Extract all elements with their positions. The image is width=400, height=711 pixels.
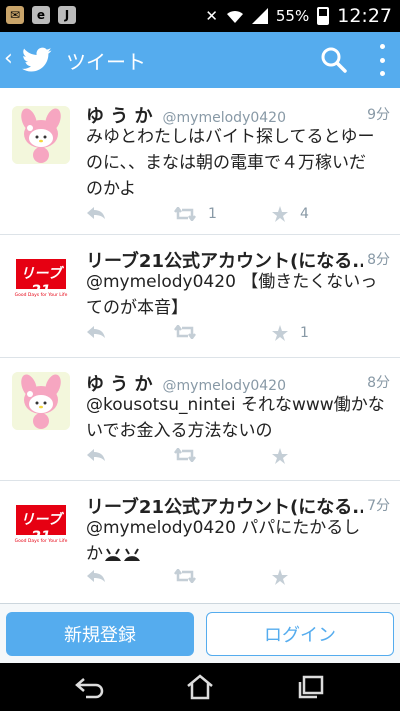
battery-percent: 55% <box>275 7 310 25</box>
retweet-button[interactable]: 1 <box>174 206 217 222</box>
star-icon <box>272 448 288 464</box>
favorite-count: 1 <box>300 325 309 341</box>
tweet-row[interactable]: ゆ う か @mymelody0420 9分 みゆとわたしはバイト探してるとゆー … <box>0 88 400 235</box>
favorite-button[interactable] <box>272 448 288 464</box>
android-nav-bar <box>0 663 400 711</box>
tweet-actions: 1 4 <box>86 206 390 228</box>
reply-icon <box>87 570 105 582</box>
reply-icon <box>87 326 105 338</box>
reply-button[interactable] <box>86 325 106 339</box>
tweet-actions <box>86 448 390 470</box>
retweet-button[interactable] <box>174 325 208 339</box>
reply-icon <box>87 207 105 219</box>
recent-apps-icon[interactable] <box>296 673 326 701</box>
login-button[interactable]: ログイン <box>206 612 394 656</box>
favorite-button[interactable]: 1 <box>272 325 309 341</box>
star-icon <box>272 325 288 341</box>
wifi-icon <box>226 10 243 23</box>
logo-tagline: Good Days for Your Life <box>14 539 68 544</box>
back-chevron-icon[interactable]: ‹ <box>4 46 13 71</box>
status-left-icons: ✉ e J <box>6 6 76 24</box>
reply-button[interactable] <box>86 569 106 583</box>
page-title: ツイート <box>66 50 146 74</box>
overflow-menu-icon[interactable] <box>378 44 386 76</box>
star-icon <box>272 569 288 585</box>
tweet-row[interactable]: リーブ21 Good Days for Your Life リーブ21公式アカウ… <box>0 235 400 358</box>
home-icon[interactable] <box>185 673 215 701</box>
notification-icon: ✉ <box>6 6 24 24</box>
app-bar: ‹ ツイート <box>0 32 400 88</box>
retweet-icon <box>174 325 196 339</box>
tweet-row[interactable]: リーブ21 Good Days for Your Life リーブ21公式アカウ… <box>0 481 400 603</box>
reply-button[interactable] <box>86 448 106 462</box>
tweet-time: 8分 <box>363 249 390 269</box>
signal-icon <box>251 8 268 24</box>
tweet-time: 8分 <box>363 372 390 392</box>
tweet-text: みゆとわたしはバイト探してるとゆー のに、、まなは朝の電車で４万稼いだ のかよ <box>86 127 375 199</box>
tweet-text: @kousotsu_nintei それなwww働かな いでお金入る方法ないの <box>86 395 385 441</box>
avatar[interactable]: リーブ21 Good Days for Your Life <box>12 495 70 553</box>
search-icon[interactable] <box>320 46 348 74</box>
reply-icon <box>87 449 105 461</box>
clock: 12:27 <box>337 5 392 27</box>
tweet-text: @mymelody0420 パパにたかるし か <box>86 518 361 564</box>
star-icon <box>272 206 288 222</box>
retweet-button[interactable] <box>174 448 196 462</box>
back-icon[interactable] <box>74 673 104 701</box>
retweet-icon <box>174 569 196 583</box>
e-icon: e <box>32 6 50 24</box>
tweet-text: @mymelody0420 【働きたくないっ てのが本音】 <box>86 272 378 318</box>
auth-bar: 新規登録 ログイン <box>0 603 400 664</box>
retweet-icon <box>174 207 196 221</box>
reply-button[interactable] <box>86 206 106 220</box>
emoji-icon <box>105 548 140 561</box>
tweet-actions <box>86 569 390 591</box>
signup-button[interactable]: 新規登録 <box>6 612 194 656</box>
avatar[interactable] <box>12 106 70 164</box>
status-bar: ✉ e J ✕ 55% 12:27 <box>0 0 400 32</box>
logo-tagline: Good Days for Your Life <box>14 293 68 298</box>
my-melody-avatar-icon <box>12 372 70 430</box>
battery-icon <box>317 7 330 25</box>
avatar[interactable] <box>12 372 70 430</box>
status-right: ✕ 55% 12:27 <box>205 5 392 27</box>
tweet-actions: 1 <box>86 325 390 347</box>
tweet-feed: ゆ う か @mymelody0420 9分 みゆとわたしはバイト探してるとゆー … <box>0 88 400 603</box>
my-melody-avatar-icon <box>12 106 70 164</box>
favorite-count: 4 <box>300 206 309 222</box>
silent-icon: ✕ <box>205 7 218 25</box>
tweet-row[interactable]: ゆ う か @mymelody0420 8分 @kousotsu_nintei そ… <box>0 358 400 481</box>
tweet-time: 9分 <box>363 104 390 124</box>
j-icon: J <box>58 6 76 24</box>
tweet-time: 7分 <box>363 495 390 515</box>
favorite-button[interactable] <box>272 569 288 585</box>
twitter-bird-icon[interactable] <box>22 46 52 74</box>
avatar[interactable]: リーブ21 Good Days for Your Life <box>12 249 70 307</box>
retweet-icon <box>174 448 196 462</box>
retweet-count: 1 <box>208 206 217 222</box>
retweet-button[interactable] <box>174 569 196 583</box>
favorite-button[interactable]: 4 <box>272 206 309 222</box>
